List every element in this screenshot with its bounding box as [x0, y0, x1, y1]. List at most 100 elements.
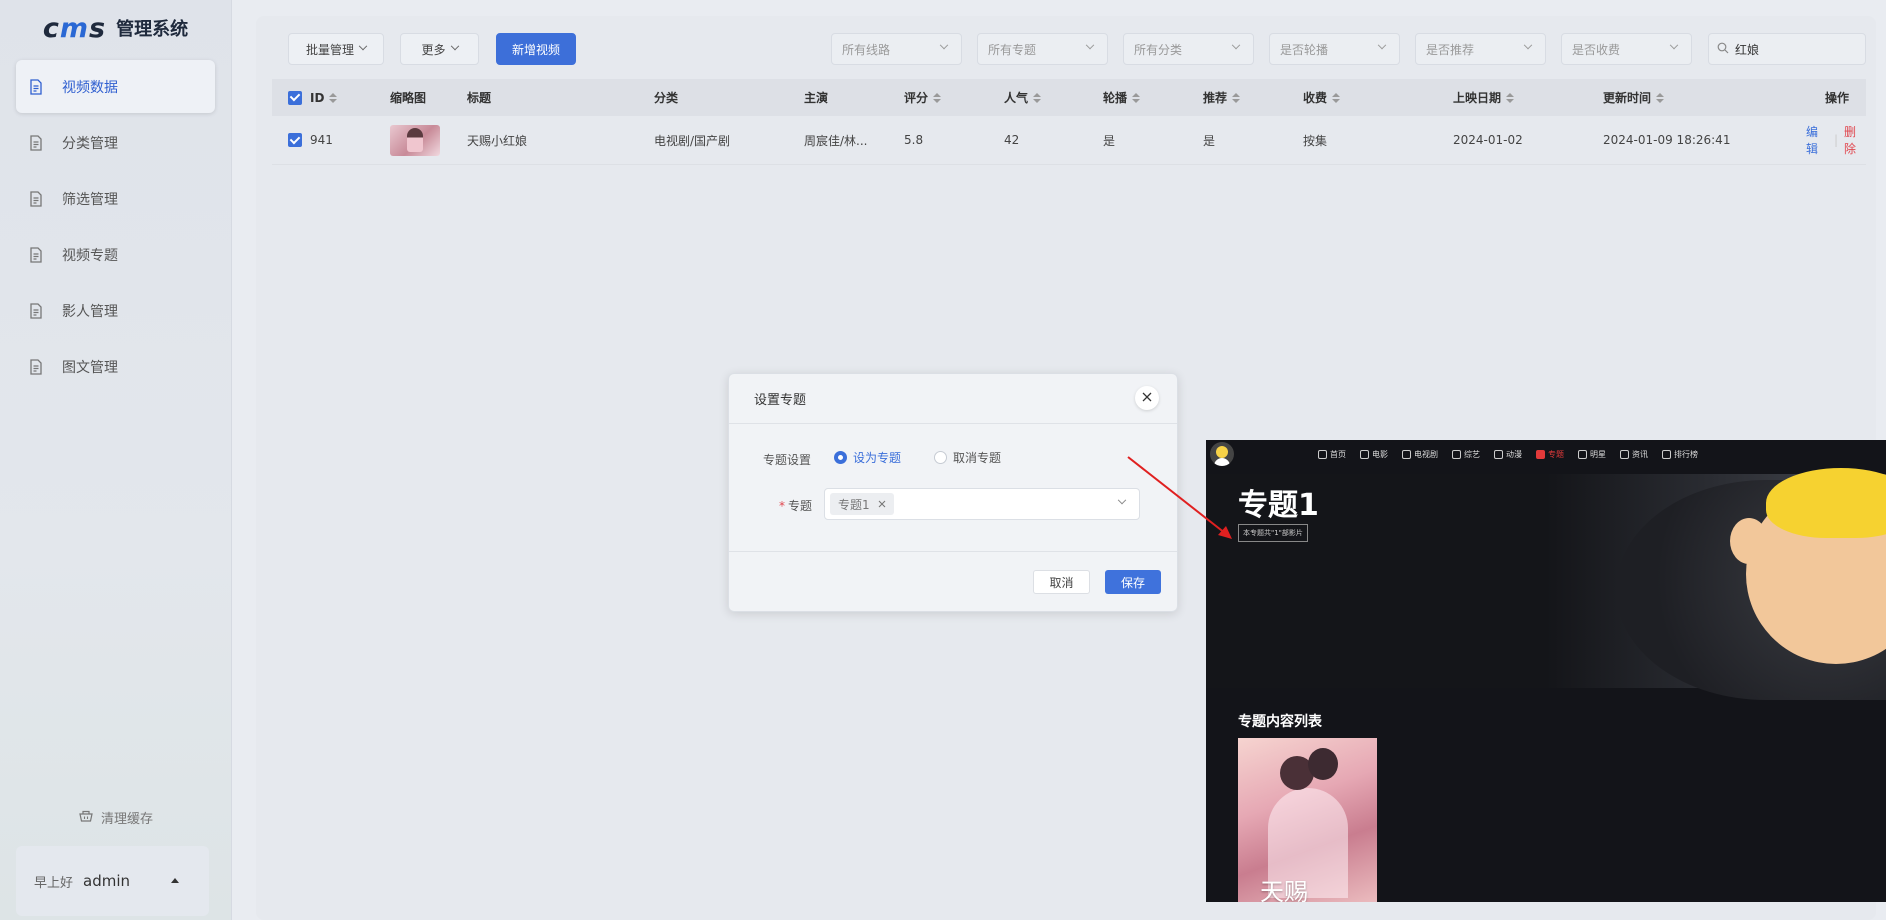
filter-carousel-select[interactable]: 是否轮播	[1269, 33, 1400, 65]
filter-line-value: 所有线路	[842, 42, 891, 57]
cell-id: 941	[310, 133, 333, 147]
close-icon	[1142, 391, 1152, 406]
col-id[interactable]: ID	[310, 79, 338, 116]
username: admin	[83, 872, 131, 890]
radio-cancel-topic-label: 取消专题	[953, 451, 1002, 465]
topic-setting-label: 专题设置	[763, 453, 812, 467]
hero-character-ear	[1730, 518, 1768, 564]
sort-icon	[329, 92, 338, 103]
sort-icon	[1332, 92, 1341, 103]
preview-nav-item[interactable]: 首页	[1318, 449, 1346, 460]
sidebar-item-video-data[interactable]: 视频数据	[16, 60, 215, 113]
user-menu[interactable]: 早上好 admin	[16, 846, 209, 916]
topic-select[interactable]: 专题1	[824, 488, 1140, 520]
sidebar-item-topic[interactable]: 视频专题	[16, 228, 215, 281]
col-popularity[interactable]: 人气	[1004, 79, 1042, 116]
col-release-label: 上映日期	[1453, 91, 1502, 105]
logo[interactable]: cms 管理系统	[0, 0, 231, 56]
col-recommend-label: 推荐	[1203, 91, 1228, 105]
dialog-header: 设置专题	[729, 374, 1177, 424]
preview-nav-item[interactable]: 综艺	[1452, 449, 1480, 460]
sidebar-item-label: 影人管理	[62, 303, 118, 320]
table-header: ID 缩略图 标题 分类 主演 评分 人气 轮播 推荐 收费 上映日期 更新时间…	[272, 79, 1866, 116]
dialog-footer: 取消 保存	[729, 552, 1177, 612]
cell-fee: 按集	[1303, 133, 1328, 148]
filter-topic-select[interactable]: 所有专题	[977, 33, 1108, 65]
preview-nav-items: 首页 电影 电视剧 综艺 动漫 专题 明星 资讯 排行榜	[1318, 449, 1698, 460]
col-recommend[interactable]: 推荐	[1203, 79, 1241, 116]
filter-category-value: 所有分类	[1134, 42, 1183, 57]
delete-link[interactable]: 删除	[1844, 123, 1866, 157]
sidebar-item-category[interactable]: 分类管理	[16, 116, 215, 169]
radio-set-topic[interactable]: 设为专题	[834, 449, 901, 466]
cache-icon	[79, 809, 93, 826]
col-actor: 主演	[804, 79, 828, 116]
preview-nav-item[interactable]: 明星	[1578, 449, 1606, 460]
logo-mark: cms	[42, 12, 107, 44]
sort-icon	[1232, 92, 1241, 103]
cell-title: 天赐小红娘	[467, 133, 528, 148]
more-button[interactable]: 更多	[400, 33, 479, 65]
col-fee[interactable]: 收费	[1303, 79, 1341, 116]
chevron-down-icon	[939, 40, 949, 50]
save-button[interactable]: 保存	[1105, 570, 1161, 594]
tag-close-icon[interactable]	[878, 497, 886, 511]
col-thumb-label: 缩略图	[390, 91, 427, 105]
toolbar: 批量管理 更多 新增视频 所有线路 所有专题 所有分类 是否轮播 是否推荐 是否…	[256, 33, 1876, 65]
sidebar: cms 管理系统 视频数据 分类管理 筛选管理 视频专题 影人管理 图文管理 清…	[0, 0, 232, 920]
preview-nav-item[interactable]: 电影	[1360, 449, 1388, 460]
chevron-down-icon	[358, 41, 368, 51]
sidebar-item-label: 视频数据	[62, 79, 118, 96]
col-title-label: 标题	[467, 91, 492, 105]
table-row[interactable]: 941 天赐小红娘 电视剧/国产剧 周宸佳/林... 5.8 42 是 是 按集…	[272, 116, 1866, 165]
edit-link[interactable]: 编辑	[1806, 123, 1828, 157]
preview-nav-item[interactable]: 排行榜	[1662, 449, 1698, 460]
radio-cancel-topic[interactable]: 取消专题	[934, 449, 1001, 466]
col-thumb: 缩略图	[390, 79, 426, 116]
preview-nav-item[interactable]: 资讯	[1620, 449, 1648, 460]
col-carousel[interactable]: 轮播	[1103, 79, 1141, 116]
col-ops: 操作	[1825, 79, 1849, 116]
search-icon	[1717, 42, 1729, 57]
preview-list-title: 专题内容列表	[1238, 714, 1322, 730]
preview-topic-count: 本专题共"1"部影片	[1238, 524, 1308, 542]
add-video-button[interactable]: 新增视频	[496, 33, 576, 65]
chevron-down-icon	[1669, 40, 1679, 50]
close-button[interactable]	[1135, 386, 1159, 410]
document-icon	[29, 78, 43, 95]
col-updated[interactable]: 更新时间	[1603, 79, 1665, 116]
document-icon	[29, 190, 43, 207]
chevron-down-icon	[1231, 40, 1241, 50]
filter-category-select[interactable]: 所有分类	[1123, 33, 1254, 65]
user-greeting: 早上好	[34, 875, 74, 891]
action-divider: |	[1833, 133, 1839, 147]
sidebar-item-label: 视频专题	[62, 247, 118, 264]
preview-nav-item-active[interactable]: 专题	[1536, 449, 1564, 460]
preview-nav-item[interactable]: 电视剧	[1402, 449, 1438, 460]
filter-line-select[interactable]: 所有线路	[831, 33, 962, 65]
clear-cache-button[interactable]: 清理缓存	[0, 808, 232, 827]
batch-manage-button[interactable]: 批量管理	[288, 33, 384, 65]
col-score[interactable]: 评分	[904, 79, 942, 116]
dialog-body: 专题设置 设为专题 取消专题 * 专题 专题1	[729, 424, 1177, 552]
cancel-button[interactable]: 取消	[1033, 570, 1090, 594]
sidebar-menu: 视频数据 分类管理 筛选管理 视频专题 影人管理 图文管理	[0, 56, 231, 400]
sidebar-item-filter[interactable]: 筛选管理	[16, 172, 215, 225]
sidebar-item-articles[interactable]: 图文管理	[16, 340, 215, 393]
poster-figure	[1308, 748, 1338, 780]
sidebar-item-people[interactable]: 影人管理	[16, 284, 215, 337]
filter-fee-select[interactable]: 是否收费	[1561, 33, 1692, 65]
preview-nav-item[interactable]: 动漫	[1494, 449, 1522, 460]
col-release[interactable]: 上映日期	[1453, 79, 1515, 116]
search-input[interactable]: 红娘	[1708, 33, 1866, 65]
site-logo-avatar[interactable]	[1210, 442, 1234, 466]
poster-title: 天赐	[1260, 878, 1308, 902]
filter-recommend-select[interactable]: 是否推荐	[1415, 33, 1546, 65]
sort-icon	[933, 92, 942, 103]
col-category: 分类	[654, 79, 678, 116]
row-checkbox[interactable]	[288, 116, 302, 164]
preview-poster[interactable]: 天赐	[1238, 738, 1377, 902]
select-all-checkbox[interactable]	[288, 79, 302, 116]
topic-tag: 专题1	[830, 493, 894, 515]
document-icon	[29, 302, 43, 319]
